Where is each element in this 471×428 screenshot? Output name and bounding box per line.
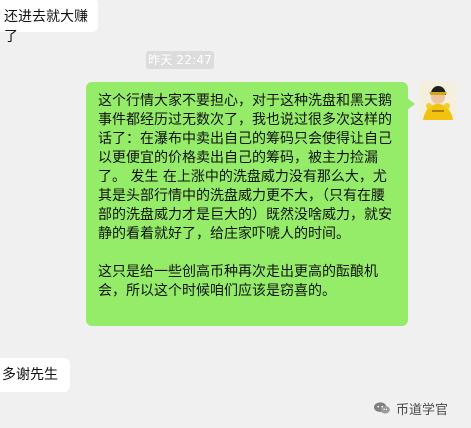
avatar-image [419,82,457,120]
user-avatar[interactable] [419,82,457,120]
partial-incoming-message: 还进去就大赚了 [0,0,98,45]
watermark: 币道学官 [373,397,448,419]
message-timestamp: 昨天 22:47 [146,51,214,69]
outgoing-message-bubble[interactable]: 这个行情大家不要担心，对于这种洗盘和黑天鹅事件都经历过无数次了，我也说过很多次这… [86,82,415,326]
partial-incoming-message-bottom: 多谢先生 [0,358,70,392]
wechat-icon [373,401,391,415]
watermark-text: 币道学官 [396,402,449,418]
